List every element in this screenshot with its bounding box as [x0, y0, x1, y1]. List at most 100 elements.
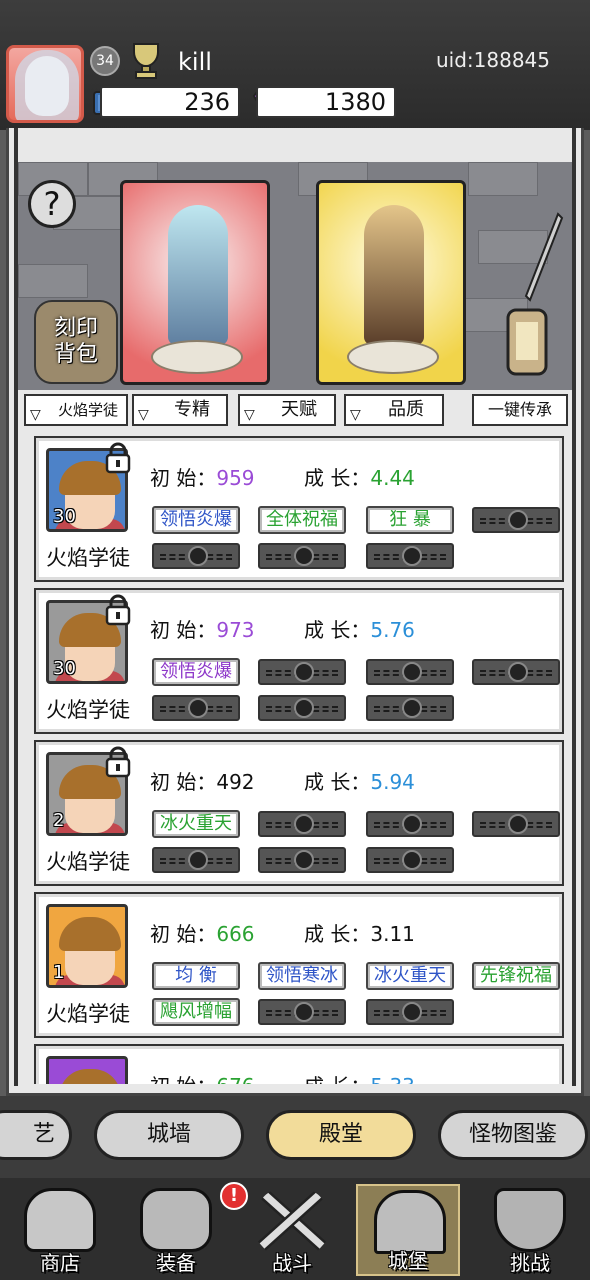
initial-label: 初 始： — [150, 1074, 216, 1084]
hero-name: 火焰学徒 — [46, 546, 130, 570]
lock-icon[interactable] — [104, 442, 132, 474]
growth-stat: 成 长：3.11 — [304, 918, 415, 947]
tab-monster-codex[interactable]: 怪物图鉴 — [438, 1110, 588, 1160]
section-tabs: 艺 城墙 殿堂 怪物图鉴 — [0, 1096, 590, 1178]
padlock-icon — [294, 546, 314, 566]
hero-portrait[interactable] — [46, 1056, 128, 1084]
skill-slot[interactable]: 先锋祝福 — [472, 962, 560, 990]
avatar-face — [25, 56, 69, 116]
nav-challenge[interactable]: 挑战 — [478, 1184, 582, 1276]
portrait-hair — [59, 917, 121, 951]
growth-label: 成 长： — [304, 466, 371, 490]
skill-slot[interactable]: 冰火重天 — [366, 962, 454, 990]
locked-slot[interactable] — [258, 659, 346, 685]
growth-label: 成 长： — [304, 922, 371, 946]
padlock-icon — [294, 814, 314, 834]
padlock-icon — [188, 546, 208, 566]
talent-filter[interactable]: ▽ 天赋 — [238, 394, 336, 426]
crossed-swords-icon — [257, 1188, 327, 1251]
pedestal — [151, 340, 243, 374]
lock-icon[interactable] — [104, 746, 132, 778]
skill-slot[interactable]: 全体祝福 — [258, 506, 346, 534]
hero-card-right[interactable] — [316, 180, 466, 385]
inscription-bag-button[interactable]: 刻印 背包 — [34, 300, 118, 384]
ice-mage-figure — [168, 205, 228, 345]
locked-slot[interactable] — [366, 847, 454, 873]
tab-hall[interactable]: 殿堂 — [266, 1110, 416, 1160]
locked-slot[interactable] — [258, 847, 346, 873]
nav-shop[interactable]: 商店 — [8, 1184, 112, 1276]
locked-slot[interactable] — [366, 543, 454, 569]
warrior-figure — [364, 205, 424, 345]
class-filter[interactable]: ▽ 火焰学徒 — [24, 394, 128, 426]
hero-level: 30 — [53, 658, 76, 679]
skill-slot[interactable]: 狂 暴 — [366, 506, 454, 534]
padlock-icon — [508, 662, 528, 682]
bag-label: 刻印 背包 — [53, 316, 98, 367]
sword-lamp-icon — [506, 212, 564, 376]
nav-battle[interactable]: 战斗 — [240, 1184, 344, 1276]
player-uid: uid:188845 — [435, 48, 550, 72]
padlock-icon — [402, 850, 422, 870]
hero-portrait[interactable]: 1 — [46, 904, 128, 988]
skill-slot[interactable]: 均 衡 — [152, 962, 240, 990]
locked-slot[interactable] — [152, 543, 240, 569]
growth-label: 成 长： — [304, 1074, 370, 1084]
hero-card-left[interactable] — [120, 180, 270, 385]
locked-slot[interactable] — [258, 543, 346, 569]
hero-name: 火焰学徒 — [46, 850, 130, 874]
player-avatar[interactable] — [6, 45, 84, 123]
skill-slot[interactable]: 冰火重天 — [152, 810, 240, 838]
chevron-down-icon: ▽ — [350, 407, 361, 423]
player-name: kill — [178, 48, 212, 76]
locked-slot[interactable] — [472, 507, 560, 533]
hero-list[interactable]: 30 火焰学徒初 始：959 成 长：4.44 领悟炎爆 全体祝福狂 暴 30 火焰学徒初 … — [26, 432, 570, 1084]
hero-level: 30 — [53, 506, 76, 527]
lock-icon[interactable] — [104, 594, 132, 626]
growth-value: 5.94 — [370, 770, 415, 794]
locked-slot[interactable] — [152, 847, 240, 873]
hero-name: 火焰学徒 — [46, 698, 130, 722]
locked-slot[interactable] — [258, 999, 346, 1025]
hero-row[interactable]: 2 火焰学徒 初 始：492 成 长：5.94 冰火重天 — [34, 740, 564, 886]
padlock-icon — [402, 698, 422, 718]
trophy-icon[interactable] — [128, 40, 164, 80]
initial-label: 初 始： — [150, 770, 217, 794]
tab-city-wall[interactable]: 城墙 — [94, 1110, 244, 1160]
hero-row[interactable]: 1 火焰学徒 初 始：666 成 长：3.11 均 衡领悟寒冰 冰火重天 先锋祝福 飓风增幅 — [34, 892, 564, 1038]
locked-slot[interactable] — [258, 695, 346, 721]
growth-value: 4.44 — [370, 466, 415, 490]
padlock-icon — [294, 698, 314, 718]
locked-slot[interactable] — [472, 659, 560, 685]
specialty-filter[interactable]: ▽ 专精 — [132, 394, 228, 426]
pedestal — [347, 340, 439, 374]
locked-slot[interactable] — [258, 811, 346, 837]
padlock-icon — [508, 510, 528, 530]
hero-row[interactable]: 30 火焰学徒 初 始：959 成 长：4.44 领悟炎爆 全体祝福狂 暴 — [34, 436, 564, 582]
initial-stat: 初 始：666 — [150, 918, 255, 947]
locked-slot[interactable] — [366, 811, 454, 837]
nav-equipment[interactable]: 装备 — [124, 1184, 228, 1276]
locked-slot[interactable] — [366, 695, 454, 721]
hero-level: 1 — [53, 962, 65, 983]
help-button[interactable]: ? — [28, 180, 76, 228]
skill-slot[interactable]: 领悟炎爆 — [152, 658, 240, 686]
padlock-icon — [508, 814, 528, 834]
locked-slot[interactable] — [152, 695, 240, 721]
locked-slot[interactable] — [472, 811, 560, 837]
quality-filter[interactable]: ▽ 品质 — [344, 394, 444, 426]
growth-stat: 成 长：5.94 — [304, 766, 415, 795]
locked-slot[interactable] — [366, 659, 454, 685]
initial-value: 676 — [216, 1074, 254, 1084]
hero-row[interactable]: 火焰学徒初 始：676成 长：5.33 — [34, 1044, 564, 1084]
skill-slot[interactable]: 飓风增幅 — [152, 998, 240, 1026]
initial-value: 973 — [216, 618, 255, 642]
skill-slot[interactable]: 领悟炎爆 — [152, 506, 240, 534]
one-click-inherit-button[interactable]: 一键传承 — [472, 394, 568, 426]
hero-row[interactable]: 30 火焰学徒 初 始：973 成 长：5.76 领悟炎爆 — [34, 588, 564, 734]
skill-slot[interactable]: 领悟寒冰 — [258, 962, 346, 990]
tab-craft[interactable]: 艺 — [0, 1110, 72, 1160]
nav-castle[interactable]: 城堡 — [356, 1184, 460, 1276]
locked-slot[interactable] — [366, 999, 454, 1025]
padlock-icon — [402, 814, 422, 834]
